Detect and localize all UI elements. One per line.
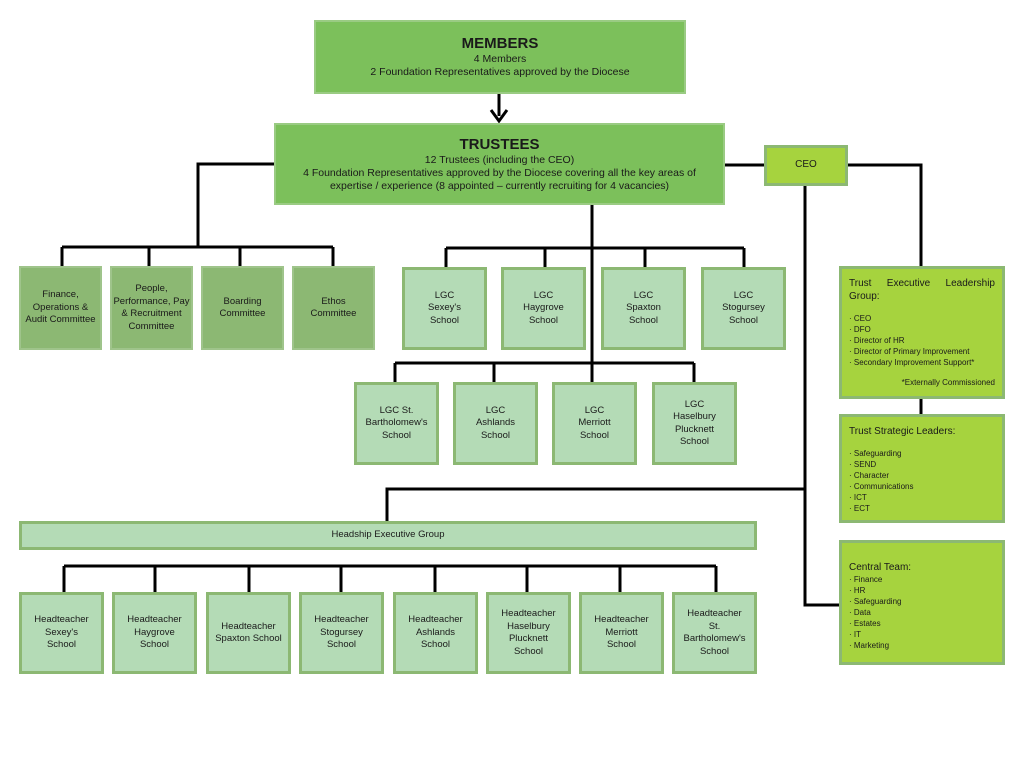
headteacher-box: Headteacher Sexey's School: [19, 592, 104, 674]
headteacher-label: Headteacher Haselbury Plucknett School: [501, 608, 556, 657]
list-item: Communications: [849, 481, 995, 492]
list-item: HR: [849, 585, 995, 596]
lgc-box: LGC Stogursey School: [701, 267, 786, 350]
list-item: Character: [849, 470, 995, 481]
ceo-box: CEO: [764, 145, 848, 186]
lgc-box: LGC Haselbury Plucknett School: [652, 382, 737, 465]
list-item: Marketing: [849, 640, 995, 651]
lgc-label: LGC Sexey's School: [428, 289, 461, 326]
executive-leadership-box: Trust Executive Leadership Group: CEO DF…: [839, 266, 1005, 399]
list-item: Finance: [849, 574, 995, 585]
headteacher-box: Headteacher Haygrove School: [112, 592, 197, 674]
lgc-label: LGC Haygrove School: [523, 289, 564, 326]
lgc-label: LGC Spaxton School: [626, 289, 661, 326]
lgc-label: LGC Stogursey School: [722, 289, 765, 326]
committee-label: People, Performance, Pay & Recruitment C…: [113, 283, 190, 332]
executive-note: *Externally Commissioned: [901, 378, 995, 387]
headteachers-connector: [62, 564, 718, 592]
list-item: Director of HR: [849, 335, 995, 346]
members-line: 2 Foundation Representatives approved by…: [370, 66, 630, 78]
list-item: Secondary Improvement Support*: [849, 357, 995, 368]
trustees-line: 12 Trustees (including the CEO): [424, 153, 575, 166]
headteacher-label: Headteacher St. Bartholomew's School: [683, 608, 746, 657]
lgc-label: LGC Haselbury Plucknett School: [673, 398, 716, 448]
lgc-box: LGC Sexey's School: [402, 267, 487, 350]
list-item: ICT: [849, 492, 995, 503]
central-title: Central Team:: [849, 562, 912, 573]
headteacher-label: Headteacher Ashlands School: [408, 614, 463, 651]
list-item: Estates: [849, 618, 995, 629]
headteacher-box: Headteacher St. Bartholomew's School: [672, 592, 757, 674]
list-item: Data: [849, 607, 995, 618]
committee-box: People, Performance, Pay & Recruitment C…: [110, 266, 193, 350]
lgc-box: LGC Ashlands School: [453, 382, 538, 465]
headteacher-label: Headteacher Stogursey School: [314, 614, 369, 651]
list-item: Safeguarding: [849, 596, 995, 607]
committee-box: Boarding Committee: [201, 266, 284, 350]
strategic-leaders-box: Trust Strategic Leaders: Safeguarding SE…: [839, 414, 1005, 523]
executive-title: Trust Executive Leadership Group:: [849, 278, 995, 302]
committee-label: Boarding Committee: [219, 295, 266, 320]
committee-box: Finance, Operations & Audit Committee: [19, 266, 102, 350]
headteacher-label: Headteacher Merriott School: [594, 614, 649, 651]
headteacher-label: Headteacher Haygrove School: [127, 614, 182, 651]
lgc-box: LGC Haygrove School: [501, 267, 586, 350]
headteacher-box: Headteacher Ashlands School: [393, 592, 478, 674]
committee-box: Ethos Committee: [292, 266, 375, 350]
central-team-box: Central Team: Finance HR Safeguarding Da…: [839, 540, 1005, 665]
lgc-box: LGC St. Bartholomew's School: [354, 382, 439, 465]
strategic-title: Trust Strategic Leaders:: [849, 426, 956, 437]
committee-label: Ethos Committee: [310, 295, 357, 320]
list-item: SEND: [849, 459, 995, 470]
headship-label: Headship Executive Group: [331, 529, 445, 541]
headship-executive-group-box: Headship Executive Group: [19, 521, 757, 550]
org-chart: MEMBERS 4 Members 2 Foundation Represent…: [0, 0, 1024, 768]
headteacher-box: Headteacher Spaxton School: [206, 592, 291, 674]
list-item: DFO: [849, 324, 995, 335]
headteacher-box: Headteacher Stogursey School: [299, 592, 384, 674]
committee-label: Finance, Operations & Audit Committee: [25, 289, 96, 326]
list-item: ECT: [849, 503, 995, 514]
list-item: CEO: [849, 313, 995, 324]
central-list: Finance HR Safeguarding Data Estates IT …: [849, 574, 995, 651]
lgc-label: LGC Ashlands School: [475, 404, 516, 441]
trustees-title: TRUSTEES: [459, 135, 540, 153]
lgc-label: LGC St. Bartholomew's School: [365, 404, 428, 441]
lgc-box: LGC Merriott School: [552, 382, 637, 465]
members-title: MEMBERS: [461, 35, 539, 52]
trustees-box: TRUSTEES 12 Trustees (including the CEO)…: [274, 123, 725, 205]
members-line: 4 Members: [473, 53, 527, 65]
headteacher-box: Headteacher Merriott School: [579, 592, 664, 674]
members-box: MEMBERS 4 Members 2 Foundation Represent…: [314, 20, 686, 94]
list-item: Director of Primary Improvement: [849, 346, 995, 357]
lgc-label: LGC Merriott School: [578, 404, 611, 441]
list-item: Safeguarding: [849, 448, 995, 459]
list-item: IT: [849, 629, 995, 640]
trustees-line: 4 Foundation Representatives approved by…: [303, 166, 696, 192]
headteacher-label: Headteacher Sexey's School: [34, 614, 89, 651]
ceo-label: CEO: [795, 159, 817, 171]
executive-list: CEO DFO Director of HR Director of Prima…: [849, 313, 995, 368]
headteacher-box: Headteacher Haselbury Plucknett School: [486, 592, 571, 674]
strategic-list: Safeguarding SEND Character Communicatio…: [849, 448, 995, 514]
headteacher-label: Headteacher Spaxton School: [215, 620, 282, 645]
lgc-box: LGC Spaxton School: [601, 267, 686, 350]
